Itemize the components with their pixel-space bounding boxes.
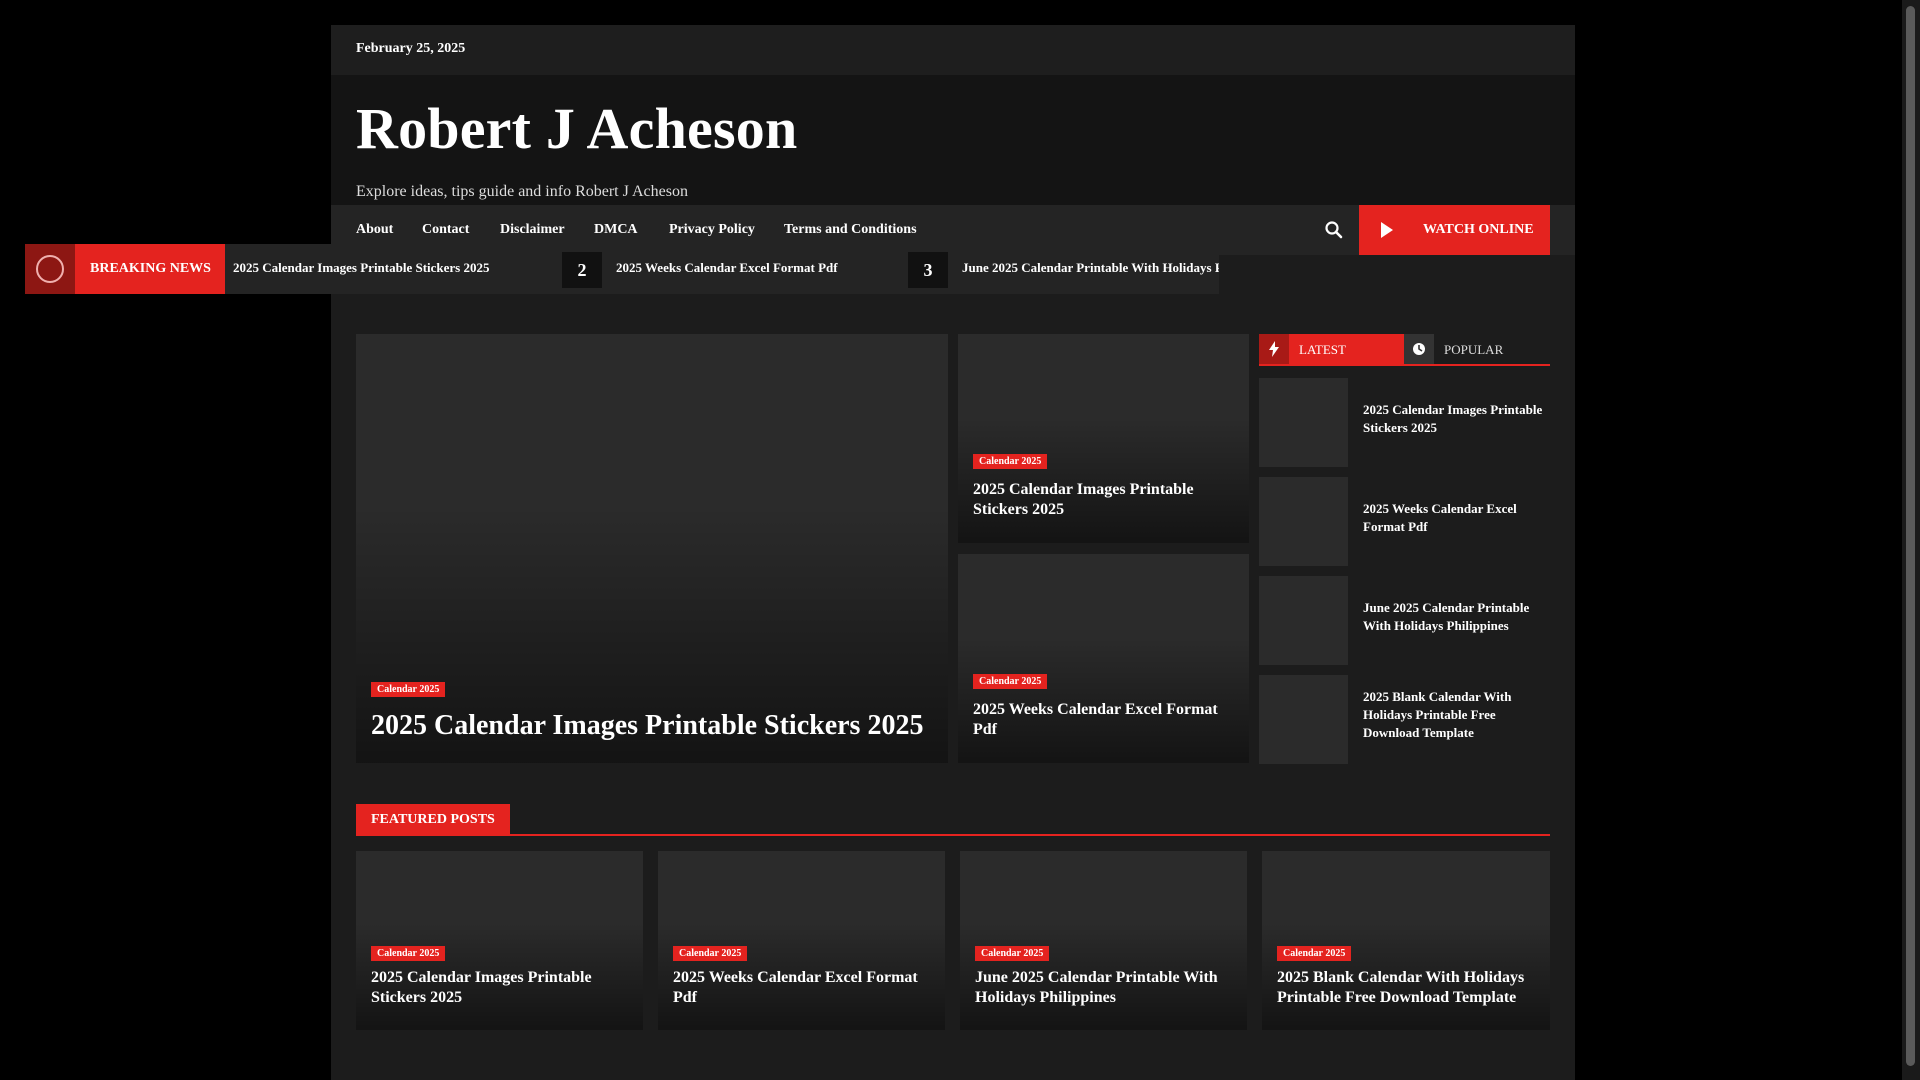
hero-side-card[interactable]: Calendar 2025 2025 Calendar Images Print…	[958, 334, 1249, 543]
post-thumbnail[interactable]	[1259, 675, 1348, 764]
site-branding: Robert J Acheson Explore ideas, tips gui…	[331, 75, 1575, 205]
latest-popular-tabs: LATEST POPULAR	[1259, 334, 1550, 366]
search-icon[interactable]	[1324, 220, 1344, 240]
hero-side-card[interactable]: Calendar 2025 2025 Weeks Calendar Excel …	[958, 554, 1249, 763]
ticker-item[interactable]: June 2025 Calendar Printable With Holida…	[962, 260, 1219, 276]
hero-main-card[interactable]: Calendar 2025 2025 Calendar Images Print…	[356, 334, 948, 763]
watch-online-button[interactable]: WATCH ONLINE	[1359, 205, 1550, 255]
latest-post-item[interactable]: 2025 Calendar Images Printable Stickers …	[1259, 378, 1550, 467]
ticker-item[interactable]: 2025 Weeks Calendar Excel Format Pdf	[616, 260, 838, 276]
featured-post-title[interactable]: 2025 Calendar Images Printable Stickers …	[371, 968, 631, 1008]
tab-latest-label: LATEST	[1299, 342, 1346, 357]
featured-post-card[interactable]: Calendar 2025 2025 Weeks Calendar Excel …	[658, 851, 945, 1030]
latest-post-title[interactable]: 2025 Weeks Calendar Excel Format Pdf	[1363, 500, 1548, 536]
category-badge[interactable]: Calendar 2025	[1277, 946, 1352, 961]
featured-posts-header: FEATURED POSTS	[356, 804, 1550, 836]
featured-underline	[356, 834, 1550, 836]
scrollbar-thumb[interactable]	[1906, 6, 1915, 1066]
tab-popular-label: POPULAR	[1444, 342, 1504, 357]
category-badge[interactable]: Calendar 2025	[371, 682, 446, 697]
site-tagline: Explore ideas, tips guide and info Rober…	[356, 183, 688, 200]
tabs-underline	[1259, 364, 1550, 366]
latest-post-item[interactable]: June 2025 Calendar Printable With Holida…	[1259, 576, 1550, 665]
ticker-item[interactable]: 2025 Calendar Images Printable Stickers …	[233, 260, 490, 276]
featured-posts-heading: FEATURED POSTS	[371, 812, 495, 827]
hero-side-title[interactable]: 2025 Weeks Calendar Excel Format Pdf	[973, 700, 1233, 740]
breaking-news-label: BREAKING NEWS	[90, 261, 211, 276]
tab-latest[interactable]: LATEST	[1259, 334, 1404, 364]
page-scrollbar[interactable]	[1902, 0, 1920, 1080]
hero-side-title[interactable]: 2025 Calendar Images Printable Stickers …	[973, 480, 1233, 520]
circle-icon	[36, 255, 64, 283]
nav-item-terms-and-conditions[interactable]: Terms and Conditions	[784, 222, 917, 238]
category-badge[interactable]: Calendar 2025	[973, 454, 1048, 469]
nav-item-about[interactable]: About	[356, 222, 393, 238]
ticker-number: 2	[562, 252, 602, 288]
featured-post-title[interactable]: 2025 Weeks Calendar Excel Format Pdf	[673, 968, 933, 1008]
play-icon	[1381, 222, 1393, 238]
featured-post-card[interactable]: Calendar 2025 June 2025 Calendar Printab…	[960, 851, 1247, 1030]
nav-item-disclaimer[interactable]: Disclaimer	[500, 222, 565, 238]
hero-main-title[interactable]: 2025 Calendar Images Printable Stickers …	[371, 708, 931, 743]
latest-post-title[interactable]: June 2025 Calendar Printable With Holida…	[1363, 599, 1548, 635]
category-badge[interactable]: Calendar 2025	[371, 946, 446, 961]
featured-post-card[interactable]: Calendar 2025 2025 Blank Calendar With H…	[1262, 851, 1550, 1030]
ticker-number: 3	[908, 252, 948, 288]
latest-post-item[interactable]: 2025 Blank Calendar With Holidays Printa…	[1259, 675, 1550, 764]
nav-item-dmca[interactable]: DMCA	[594, 222, 638, 238]
latest-post-item[interactable]: 2025 Weeks Calendar Excel Format Pdf	[1259, 477, 1550, 566]
watch-online-label: WATCH ONLINE	[1423, 222, 1534, 237]
current-date: February 25, 2025	[356, 41, 466, 56]
category-badge[interactable]: Calendar 2025	[975, 946, 1050, 961]
top-bar: February 25, 2025	[331, 25, 1575, 75]
nav-item-privacy-policy[interactable]: Privacy Policy	[669, 222, 755, 238]
category-badge[interactable]: Calendar 2025	[673, 946, 748, 961]
post-thumbnail[interactable]	[1259, 378, 1348, 467]
breaking-news-label-box: BREAKING NEWS	[75, 244, 225, 294]
breaking-news-icon-box	[25, 244, 75, 294]
featured-posts-tag: FEATURED POSTS	[356, 804, 510, 834]
tab-popular[interactable]: POPULAR	[1404, 334, 1550, 364]
latest-post-title[interactable]: 2025 Blank Calendar With Holidays Printa…	[1363, 688, 1548, 742]
clock-icon	[1404, 334, 1434, 364]
featured-post-title[interactable]: 2025 Blank Calendar With Holidays Printa…	[1277, 968, 1537, 1008]
breaking-news-ticker: BREAKING NEWS 2025 Calendar Images Print…	[25, 244, 1219, 294]
site-title[interactable]: Robert J Acheson	[356, 95, 797, 162]
nav-item-contact[interactable]: Contact	[422, 222, 469, 238]
category-badge[interactable]: Calendar 2025	[973, 674, 1048, 689]
featured-post-card[interactable]: Calendar 2025 2025 Calendar Images Print…	[356, 851, 643, 1030]
bolt-icon	[1259, 334, 1289, 364]
post-thumbnail[interactable]	[1259, 576, 1348, 665]
post-thumbnail[interactable]	[1259, 477, 1348, 566]
featured-post-title[interactable]: June 2025 Calendar Printable With Holida…	[975, 968, 1235, 1008]
latest-post-title[interactable]: 2025 Calendar Images Printable Stickers …	[1363, 401, 1548, 437]
